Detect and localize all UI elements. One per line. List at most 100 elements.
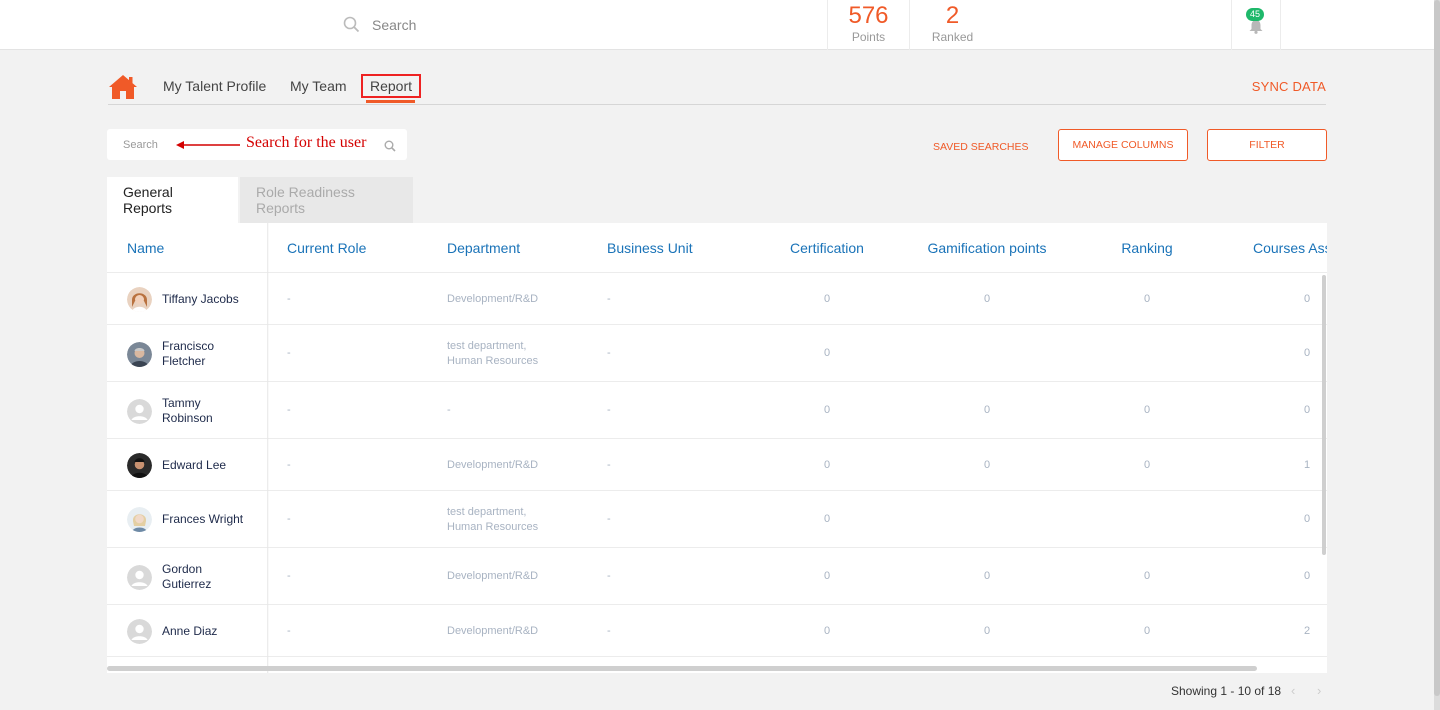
user-name-line[interactable]: Tiffany Jacobs <box>162 292 239 307</box>
tab-general-reports[interactable]: General Reports <box>107 177 238 223</box>
page-scrollbar[interactable] <box>1434 0 1440 710</box>
bell-icon <box>1249 20 1263 34</box>
department-cell-line: Human Resources <box>447 355 539 367</box>
user-name-cell[interactable]: Tiffany Jacobs <box>127 287 239 312</box>
certification-cell: 0 <box>823 347 831 359</box>
user-name[interactable]: Francisco Fletcher <box>162 339 214 369</box>
gamification-points-cell: 0 <box>983 404 991 416</box>
nav-my-talent-profile[interactable]: My Talent Profile <box>163 78 266 94</box>
gamification-points-cell: 0 <box>983 293 991 305</box>
table-row[interactable]: Gordon Gutierrez - Development/R&D - 0 0 0 0 <box>107 548 1327 605</box>
chevron-left-icon[interactable]: ‹ <box>1291 683 1295 698</box>
user-name-line[interactable]: Gordon <box>162 562 211 577</box>
notifications-button[interactable]: 45 <box>1231 0 1281 50</box>
user-name[interactable]: Gordon Gutierrez <box>162 562 211 592</box>
business-unit-cell: - <box>607 513 611 525</box>
certification-cell: 0 <box>823 513 831 525</box>
courses-assigned-cell: 0 <box>1304 347 1311 359</box>
gamification-points-cell: 0 <box>983 459 991 471</box>
user-name-cell[interactable]: Gordon Gutierrez <box>127 562 211 592</box>
report-table: Name Current Role Department Business Un… <box>107 223 1327 673</box>
user-name-cell[interactable]: Edward Lee <box>127 453 226 478</box>
department-cell: test department, Human Resources <box>447 505 538 535</box>
column-header-business-unit[interactable]: Business Unit <box>607 240 693 256</box>
current-role-cell: - <box>287 570 291 582</box>
table-row[interactable]: Frances Wright - test department, Human Res… <box>107 491 1327 548</box>
table-row[interactable]: Francisco Fletcher - test department, Human … <box>107 325 1327 382</box>
business-unit-cell: - <box>607 293 611 305</box>
saved-searches-link[interactable]: SAVED SEARCHES <box>933 141 1029 153</box>
manage-columns-button[interactable]: MANAGE COLUMNS <box>1058 129 1188 161</box>
user-name-line[interactable]: Anne Diaz <box>162 624 217 639</box>
chevron-right-icon[interactable]: › <box>1317 683 1321 698</box>
user-name[interactable]: Tiffany Jacobs <box>162 292 239 307</box>
table-row[interactable]: Tiffany Jacobs - Development/R&D - 0 0 0 0 <box>107 273 1327 325</box>
page-scrollbar-thumb[interactable] <box>1434 0 1440 696</box>
column-header-certification[interactable]: Certification <box>747 240 907 256</box>
points-value: 576 <box>848 2 889 29</box>
user-name-line[interactable]: Frances Wright <box>162 512 243 527</box>
gamification-points-cell: 0 <box>983 570 991 582</box>
user-name-cell[interactable]: Anne Diaz <box>127 619 217 644</box>
filter-button[interactable]: FILTER <box>1207 129 1327 161</box>
nav-report[interactable]: Report <box>361 74 422 98</box>
user-name-cell[interactable]: Francisco Fletcher <box>127 339 214 369</box>
user-name[interactable]: Tammy Robinson <box>162 396 213 426</box>
user-name-line[interactable]: Robinson <box>162 411 213 426</box>
user-name[interactable]: Anne Diaz <box>162 624 217 639</box>
avatar <box>127 619 152 644</box>
column-header-courses-assigned[interactable]: Courses Ass <box>1253 240 1327 256</box>
business-unit-cell: - <box>607 404 611 416</box>
courses-assigned-cell: 2 <box>1304 625 1311 637</box>
ranking-cell: 0 <box>1143 293 1151 305</box>
nav-active-underline <box>366 100 415 103</box>
column-header-name[interactable]: Name <box>127 240 164 256</box>
avatar <box>127 564 152 590</box>
user-name-line[interactable]: Fletcher <box>162 354 214 369</box>
table-row[interactable]: Anne Diaz - Development/R&D - 0 0 0 2 <box>107 605 1327 657</box>
table-horizontal-scrollbar[interactable] <box>107 666 1257 671</box>
table-row[interactable]: Edward Lee - Development/R&D - 0 0 0 1 <box>107 439 1327 491</box>
global-search-placeholder[interactable]: Search <box>372 17 416 33</box>
current-role-cell: - <box>287 347 291 359</box>
column-header-department[interactable]: Department <box>447 240 520 256</box>
current-role-cell: - <box>287 293 291 305</box>
annotation-label: Search for the user <box>246 134 367 151</box>
user-name-line[interactable]: Edward Lee <box>162 458 226 473</box>
user-search-placeholder[interactable]: Search <box>123 139 158 151</box>
nav-my-team[interactable]: My Team <box>290 78 347 94</box>
column-header-ranking[interactable]: Ranking <box>1067 240 1227 256</box>
home-icon[interactable] <box>108 74 138 100</box>
table-row[interactable]: Tammy Robinson - - - 0 0 0 0 <box>107 382 1327 439</box>
current-role-cell: - <box>287 459 291 471</box>
ranked-value: 2 <box>945 2 960 29</box>
user-name-cell[interactable]: Tammy Robinson <box>127 396 213 426</box>
current-role-cell: - <box>287 513 291 525</box>
column-header-gamification-points[interactable]: Gamification points <box>907 240 1067 256</box>
sync-data-button[interactable]: SYNC DATA <box>1252 79 1326 94</box>
arrow-left-icon <box>176 141 240 149</box>
business-unit-cell: - <box>607 459 611 471</box>
user-name-line[interactable]: Gutierrez <box>162 577 211 592</box>
table-vertical-scrollbar[interactable] <box>1322 275 1326 555</box>
column-header-current-role[interactable]: Current Role <box>287 240 366 256</box>
user-name[interactable]: Frances Wright <box>162 512 243 527</box>
user-name-line[interactable]: Tammy <box>162 396 213 411</box>
main-nav: My Talent Profile My Team Report SYNC DA… <box>108 70 1326 105</box>
ranking-cell: 0 <box>1143 570 1151 582</box>
ranking-cell: 0 <box>1143 625 1151 637</box>
user-name-cell[interactable]: Frances Wright <box>127 507 243 532</box>
user-name-line[interactable]: Francisco <box>162 339 214 354</box>
tab-role-readiness-reports[interactable]: Role Readiness Reports <box>240 177 413 223</box>
ranked-stat[interactable]: 2 Ranked <box>909 0 995 50</box>
top-bar: Search 576 Points 2 Ranked 45 <box>0 0 1440 50</box>
search-icon <box>384 140 396 152</box>
certification-cell: 0 <box>823 459 831 471</box>
business-unit-cell: - <box>607 347 611 359</box>
business-unit-cell: - <box>607 625 611 637</box>
global-search[interactable]: Search <box>343 16 416 33</box>
sticky-column-shadow <box>267 223 269 673</box>
department-cell: Development/R&D <box>447 458 538 473</box>
user-name[interactable]: Edward Lee <box>162 458 226 473</box>
points-stat[interactable]: 576 Points <box>827 0 909 50</box>
